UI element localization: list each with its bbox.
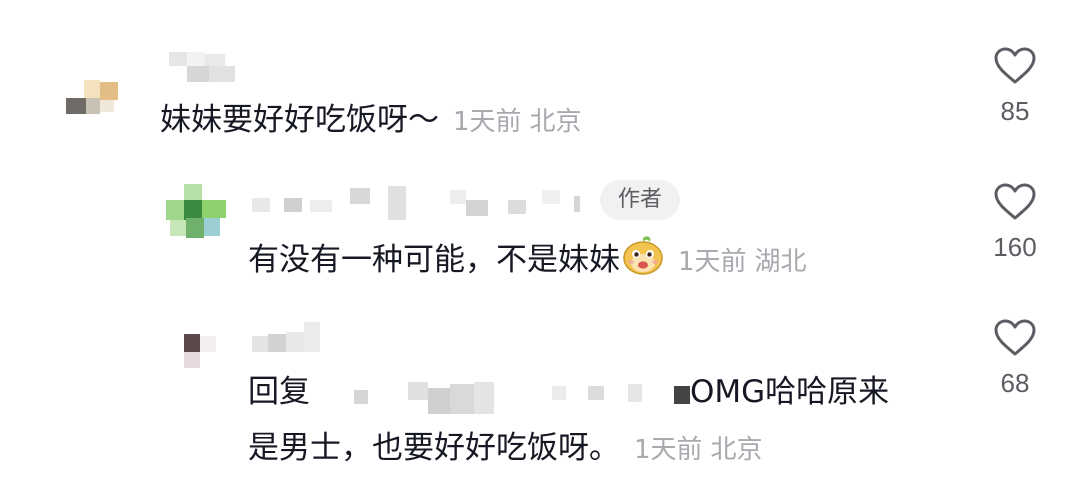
- reply-target-username[interactable]: [352, 380, 692, 416]
- comment-meta: 1天前 北京: [453, 107, 582, 137]
- reply-prefix: 回复: [248, 374, 310, 410]
- like-count: 68: [1000, 368, 1030, 398]
- author-badge: 作者: [600, 180, 680, 220]
- heart-outline-icon: [994, 319, 1036, 356]
- comment-meta: 1天前 湖北: [678, 247, 807, 277]
- heart-outline-icon: [994, 183, 1036, 220]
- username[interactable]: [165, 50, 245, 86]
- like-button[interactable]: 68: [975, 318, 1055, 399]
- comment-location: 北京: [529, 107, 582, 137]
- comment-location: 湖北: [754, 247, 807, 277]
- comment-meta: 1天前 北京: [634, 435, 763, 465]
- comment-time: 1天前: [678, 247, 747, 277]
- comment-section: 妹妹要好好吃饭呀～ 1天前 北京 85 作者 有没有一种可能，不是妹妹 1天前 …: [0, 0, 1080, 500]
- username[interactable]: [250, 186, 590, 222]
- username[interactable]: [250, 322, 330, 356]
- comment-content: 有没有一种可能，不是妹妹: [248, 242, 620, 278]
- avatar[interactable]: [64, 78, 124, 128]
- avatar[interactable]: [182, 332, 222, 372]
- comment-text: 有没有一种可能，不是妹妹 1天前 湖北: [248, 236, 807, 286]
- comment-text-line1: OMG哈哈原来: [690, 374, 890, 410]
- comment-time: 1天前: [453, 107, 522, 137]
- heart-outline-icon: [994, 47, 1036, 84]
- avatar[interactable]: [166, 184, 236, 242]
- comment-location: 北京: [710, 435, 763, 465]
- comment-content: 妹妹要好好吃饭呀～: [160, 102, 439, 138]
- like-count: 85: [1000, 96, 1030, 126]
- comment-content: 是男士，也要好好吃饭呀。: [248, 430, 620, 466]
- comment-text-line2: 是男士，也要好好吃饭呀。 1天前 北京: [248, 428, 763, 470]
- like-count: 160: [993, 232, 1037, 262]
- like-button[interactable]: 85: [975, 46, 1055, 127]
- like-button[interactable]: 160: [975, 182, 1055, 263]
- comment-text: 妹妹要好好吃饭呀～ 1天前 北京: [160, 100, 582, 142]
- comment-time: 1天前: [634, 435, 703, 465]
- monkey-face-emoji: [622, 236, 664, 286]
